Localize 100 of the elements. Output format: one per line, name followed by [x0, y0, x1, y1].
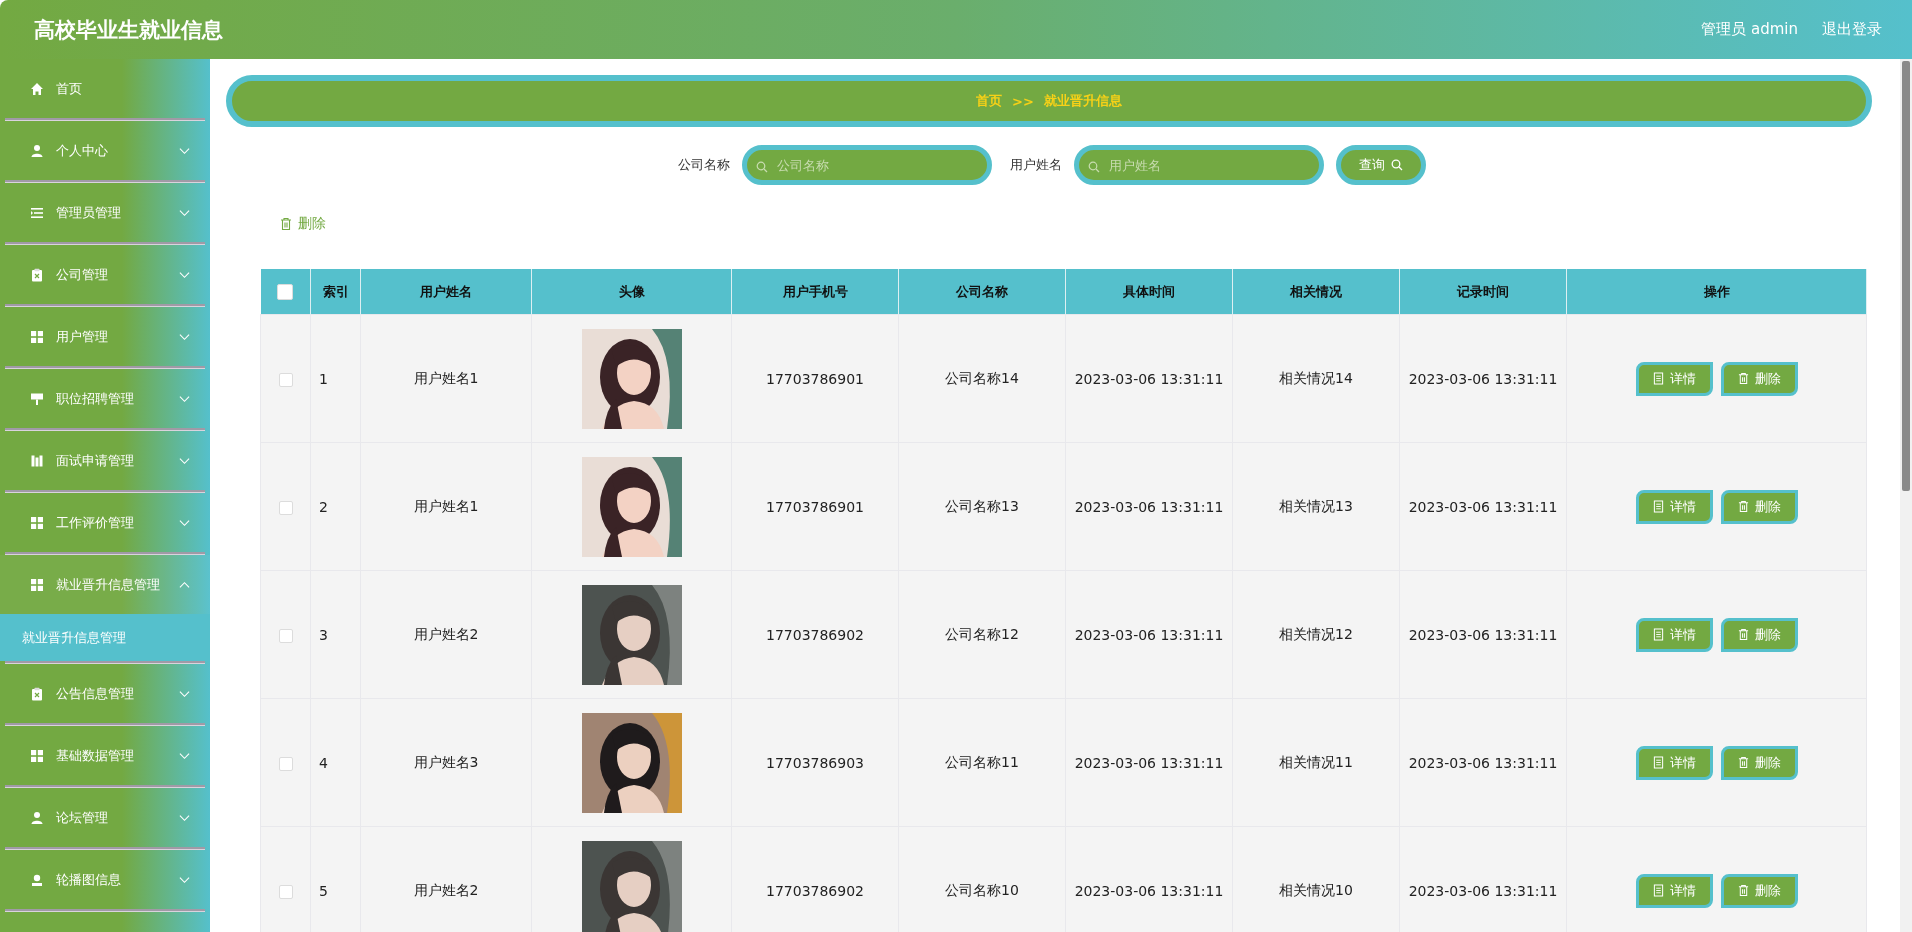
list-icon	[30, 205, 44, 220]
table-cell: 公司名称12	[898, 570, 1066, 699]
search-button[interactable]: 查询	[1336, 145, 1426, 185]
sidebar-item[interactable]: 基础数据管理	[0, 726, 210, 785]
search-icon	[1088, 161, 1100, 173]
sidebar-item[interactable]: 轮播图信息	[0, 850, 210, 909]
column-header: 公司名称	[898, 269, 1066, 315]
table-cell: 1	[310, 314, 361, 443]
delete-button[interactable]: 删除	[280, 215, 326, 233]
table-cell: 2023-03-06 13:31:11	[1065, 570, 1233, 699]
chevron-icon	[179, 208, 190, 217]
sidebar-item[interactable]: 首页	[0, 59, 210, 118]
sidebar-subitem[interactable]: 就业晋升信息管理	[0, 614, 210, 661]
column-header: 索引	[310, 269, 361, 315]
clipboard-icon	[30, 267, 44, 282]
chevron-icon	[179, 270, 190, 279]
table-cell: 17703786902	[731, 570, 899, 699]
user-icon	[30, 143, 44, 158]
grid-icon	[30, 577, 44, 592]
table-cell: 17703786902	[731, 826, 899, 932]
table-cell: 相关情况13	[1232, 442, 1400, 571]
breadcrumb-link[interactable]: 首页	[976, 92, 1003, 110]
row-checkbox[interactable]	[278, 756, 293, 771]
grid-icon	[30, 515, 44, 530]
table-cell: 公司名称13	[898, 442, 1066, 571]
chevron-icon	[179, 146, 190, 155]
sidebar-item[interactable]: 论坛管理	[0, 788, 210, 847]
sidebar-item[interactable]: 职位招聘管理	[0, 369, 210, 428]
row-checkbox[interactable]	[278, 372, 293, 387]
delete-button[interactable]: 删除	[1720, 873, 1798, 908]
document-icon	[1652, 372, 1664, 385]
column-header: 具体时间	[1065, 269, 1233, 315]
delete-button[interactable]: 删除	[1720, 361, 1798, 396]
table-cell: 相关情况11	[1232, 698, 1400, 827]
table-cell: 2023-03-06 13:31:11	[1399, 314, 1567, 443]
search-label: 用户姓名	[1010, 156, 1062, 174]
logout-link[interactable]: 退出登录	[1822, 20, 1882, 39]
trash-icon	[1737, 884, 1749, 897]
document-icon	[1652, 628, 1664, 641]
table-cell: 用户姓名1	[360, 314, 532, 443]
document-icon	[1652, 500, 1664, 513]
chevron-icon	[179, 689, 190, 698]
trash-icon	[1737, 500, 1749, 513]
details-button[interactable]: 详情	[1635, 617, 1713, 652]
delete-button[interactable]: 删除	[1720, 489, 1798, 524]
details-button[interactable]: 详情	[1635, 361, 1713, 396]
sidebar-item[interactable]: 公告信息管理	[0, 664, 210, 723]
sidebar-item[interactable]: 个人中心	[0, 121, 210, 180]
sidebar-item[interactable]: 管理员管理	[0, 183, 210, 242]
sidebar-item[interactable]: 公司管理	[0, 245, 210, 304]
table-cell: 相关情况14	[1232, 314, 1400, 443]
sidebar-item[interactable]: 就业晋升信息管理	[0, 555, 210, 614]
user-icon	[30, 810, 44, 825]
table-cell: 公司名称14	[898, 314, 1066, 443]
delete-button[interactable]: 删除	[1720, 617, 1798, 652]
table-cell: 2	[310, 442, 361, 571]
document-icon	[1652, 756, 1664, 769]
table-cell: 17703786903	[731, 698, 899, 827]
chevron-icon	[179, 751, 190, 760]
chevron-icon	[179, 813, 190, 822]
delete-button[interactable]: 删除	[1720, 745, 1798, 780]
row-checkbox[interactable]	[278, 500, 293, 515]
table-cell: 4	[310, 698, 361, 827]
table-cell: 17703786901	[731, 442, 899, 571]
row-checkbox[interactable]	[278, 884, 293, 899]
table-cell: 相关情况12	[1232, 570, 1400, 699]
details-button[interactable]: 详情	[1635, 745, 1713, 780]
table-cell: 用户姓名2	[360, 826, 532, 932]
details-button[interactable]: 详情	[1635, 873, 1713, 908]
sidebar-item[interactable]: 工作评价管理	[0, 493, 210, 552]
sidebar-item[interactable]: 用户管理	[0, 307, 210, 366]
table-cell: 2023-03-06 13:31:11	[1399, 570, 1567, 699]
chevron-icon	[179, 456, 190, 465]
search-icon	[756, 161, 768, 173]
table-cell: 公司名称11	[898, 698, 1066, 827]
column-header: 用户姓名	[360, 269, 532, 315]
breadcrumb-current: 就业晋升信息	[1043, 92, 1122, 110]
details-button[interactable]: 详情	[1635, 489, 1713, 524]
app-title: 高校毕业生就业信息	[34, 16, 223, 44]
chevron-icon	[179, 518, 190, 527]
table-cell: 用户姓名3	[360, 698, 532, 827]
table-cell: 2023-03-06 13:31:11	[1065, 826, 1233, 932]
column-header: 用户手机号	[731, 269, 899, 315]
column-header: 记录时间	[1399, 269, 1567, 315]
table-cell: 3	[310, 570, 361, 699]
search-field[interactable]: 用户姓名	[1074, 145, 1324, 185]
table-cell: 公司名称10	[898, 826, 1066, 932]
admin-label: 管理员 admin	[1701, 20, 1798, 39]
column-header: 操作	[1566, 269, 1867, 315]
scrollbar[interactable]	[1900, 59, 1912, 932]
trash-icon	[1737, 372, 1749, 385]
select-all-checkbox[interactable]	[277, 283, 294, 300]
table-cell: 2023-03-06 13:31:11	[1065, 698, 1233, 827]
signboard-icon	[30, 391, 44, 406]
table-cell: 2023-03-06 13:31:11	[1065, 442, 1233, 571]
table-cell: 用户姓名2	[360, 570, 532, 699]
trash-icon	[1737, 756, 1749, 769]
sidebar-item[interactable]: 面试申请管理	[0, 431, 210, 490]
row-checkbox[interactable]	[278, 628, 293, 643]
search-field[interactable]: 公司名称	[742, 145, 992, 185]
